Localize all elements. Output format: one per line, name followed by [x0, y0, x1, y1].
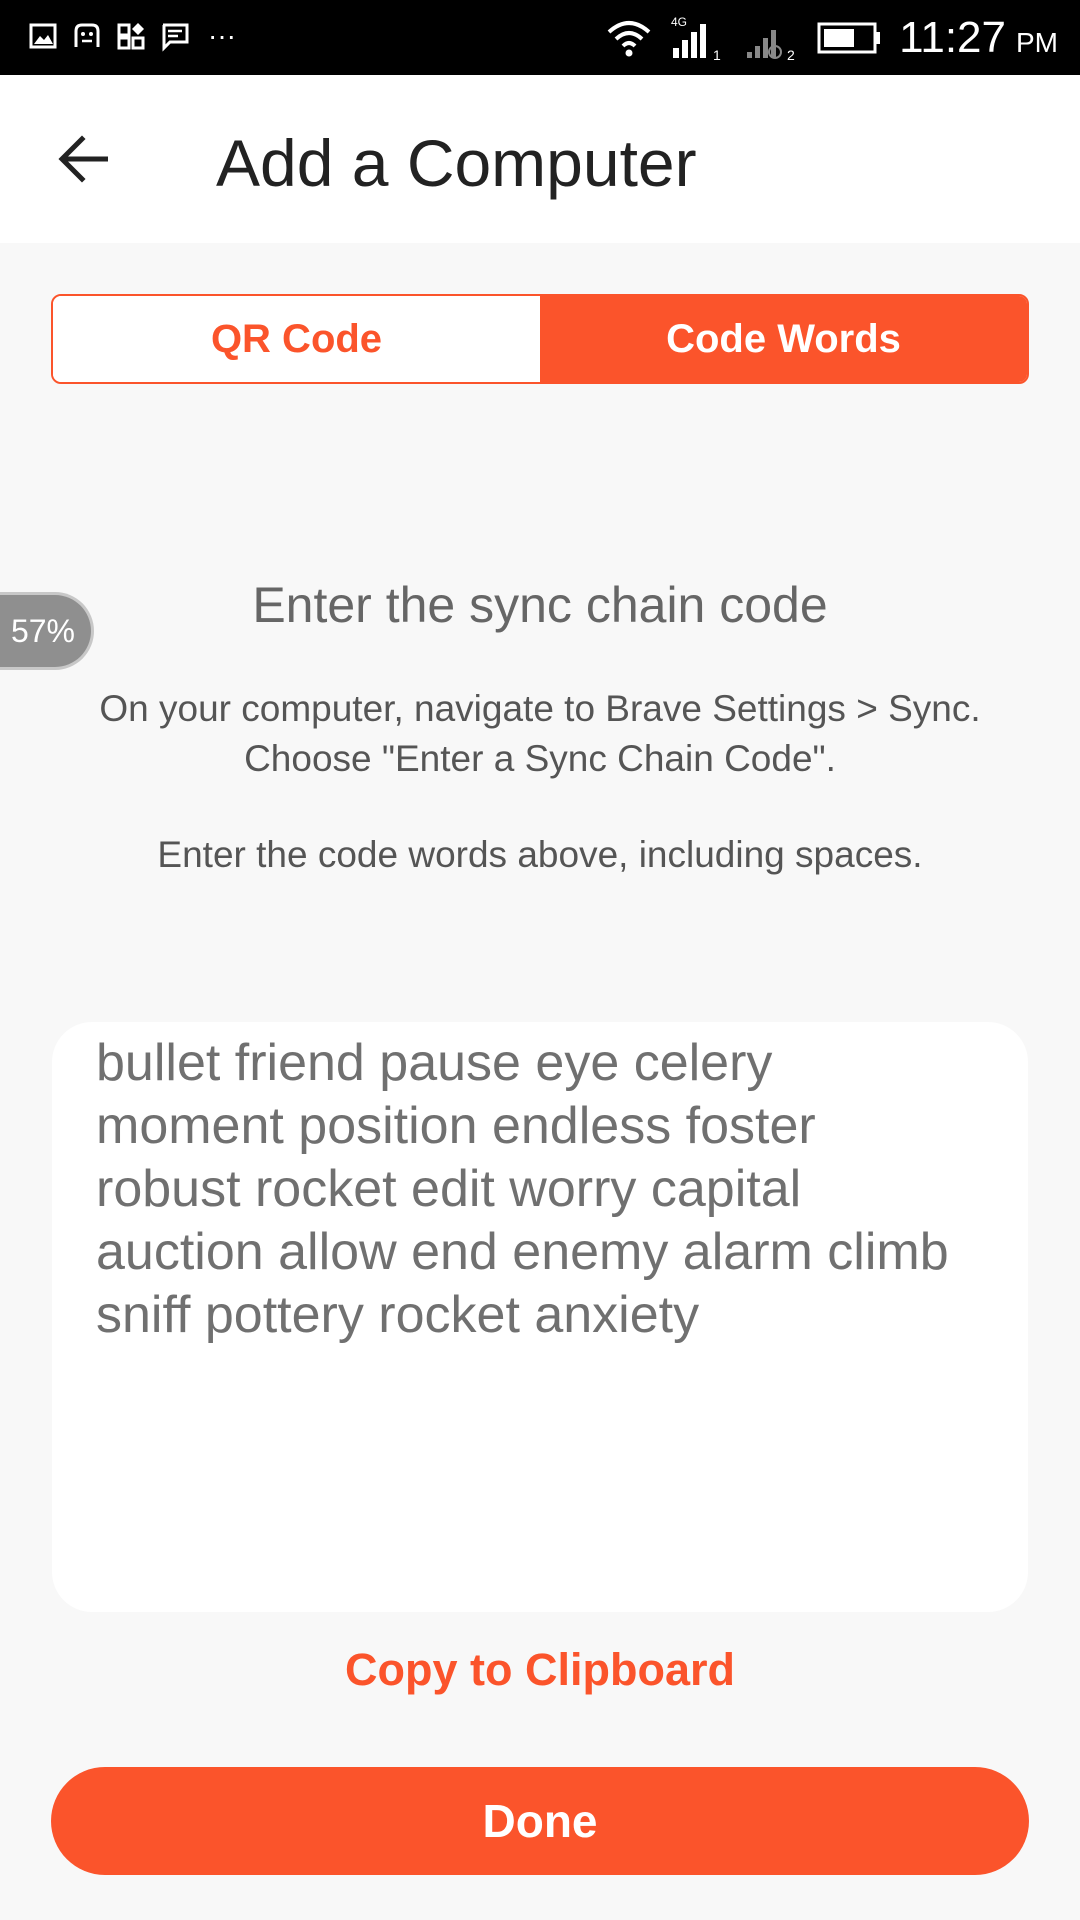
signal-sim1-icon: 4G 1	[671, 15, 721, 62]
signal-sim2-icon: 2	[747, 30, 795, 62]
instructions-text: On your computer, navigate to Brave Sett…	[99, 688, 981, 779]
clock-time: 11:27	[899, 13, 1006, 62]
tab-qr-code[interactable]: QR Code	[53, 296, 540, 382]
copy-to-clipboard-button[interactable]: Copy to Clipboard	[0, 1640, 1080, 1700]
arrow-left-icon	[58, 135, 108, 183]
clock: 11:27 PM	[899, 13, 1058, 63]
widgets-icon	[117, 23, 145, 50]
system-icons: 4G 1 2 11:27 PM	[607, 12, 1058, 64]
sim1-label: 1	[713, 47, 721, 62]
more-notifications-icon: ···	[208, 20, 236, 51]
mode-tabs: QR Code Code Words	[51, 294, 1029, 384]
page-title: Add a Computer	[216, 126, 697, 200]
tab-code-words[interactable]: Code Words	[540, 296, 1027, 382]
clock-ampm: PM	[1016, 27, 1058, 58]
back-button[interactable]	[50, 125, 120, 195]
done-button[interactable]: Done	[51, 1767, 1029, 1875]
code-words-field[interactable]: bullet friend pause eye celery moment po…	[52, 1022, 1028, 1612]
app-icon	[74, 23, 100, 47]
section-heading: Enter the sync chain code	[252, 577, 828, 633]
sim2-label: 2	[787, 47, 795, 62]
wifi-icon	[607, 21, 651, 57]
battery-icon	[817, 22, 881, 54]
network-type-label: 4G	[671, 15, 687, 29]
gallery-icon	[29, 23, 57, 49]
message-icon	[162, 23, 189, 52]
app-bar: Add a Computer	[0, 75, 1080, 243]
notification-icons: ···	[28, 20, 236, 52]
instructions-note: Enter the code words above, including sp…	[157, 834, 923, 875]
status-bar: ··· 4G 1 2 11:27 PM	[0, 0, 1080, 75]
